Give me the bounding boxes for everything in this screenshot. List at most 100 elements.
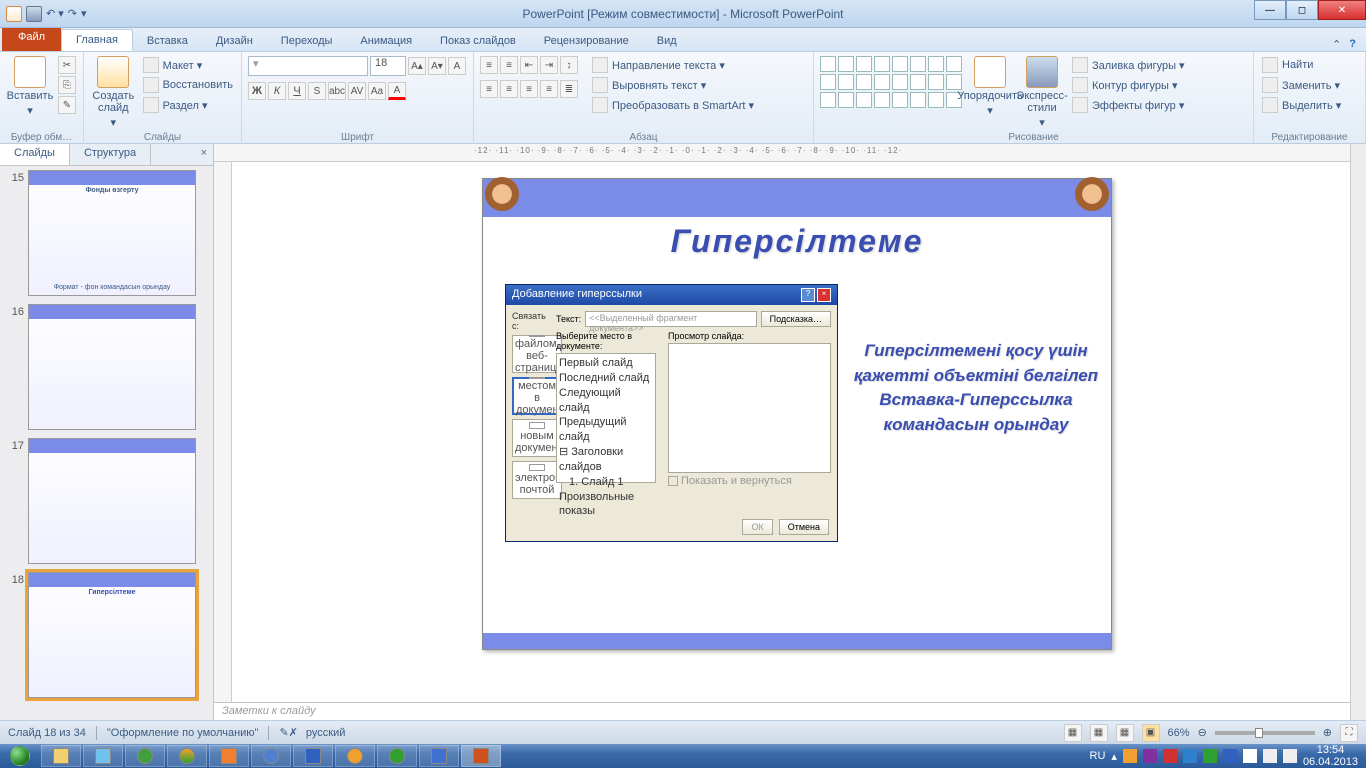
italic-icon[interactable]: К [268,82,286,100]
tray-icon-2[interactable] [1143,749,1157,763]
new-slide-button[interactable]: Создать слайд▾ [90,56,137,129]
help-icon[interactable]: ? [1349,38,1356,51]
font-color-icon[interactable]: A [388,82,406,100]
indent-inc-icon[interactable]: ⇥ [540,56,558,74]
task-mediaplayer[interactable] [335,745,375,767]
redo-icon[interactable]: ↷ [68,7,77,20]
slide[interactable]: Гиперсілтеме Добавление гиперссылки ?× С… [482,178,1112,650]
cut-icon[interactable]: ✂ [58,56,76,74]
link-text-input[interactable]: <<Выделенный фрагмент документа>> [585,311,756,327]
link-to-new[interactable]: новым документом [512,419,562,457]
thumbnails[interactable]: 15 Фонды өзгертуФормат - фон командасын … [0,166,213,720]
clear-format-icon[interactable]: A [448,57,466,75]
replace-button[interactable]: Заменить ▾ [1260,76,1343,94]
tab-animation[interactable]: Анимация [346,31,426,51]
minimize-ribbon-icon[interactable]: ⌃ [1332,38,1341,51]
reset-button[interactable]: Восстановить [141,76,235,94]
start-button[interactable] [0,744,40,768]
shrink-font-icon[interactable]: A▾ [428,57,446,75]
bullets-icon[interactable]: ≡ [480,56,498,74]
tray-lang[interactable]: RU [1090,750,1106,762]
doc-tree[interactable]: Первый слайд Последний слайд Следующий с… [556,353,656,483]
text-direction-button[interactable]: Направление текста ▾ [590,56,756,74]
tray-icon-7[interactable] [1243,749,1257,763]
task-app9[interactable] [377,745,417,767]
fit-slide-icon[interactable]: ⛶ [1340,724,1358,742]
align-left-icon[interactable]: ≡ [480,80,498,98]
quick-styles-button[interactable]: Экспресс-стили▾ [1018,56,1066,129]
slide-canvas[interactable]: Гиперсілтеме Добавление гиперссылки ?× С… [232,162,1350,702]
arrange-button[interactable]: Упорядочить▾ [966,56,1014,117]
task-app7[interactable] [293,745,333,767]
section-button[interactable]: Раздел ▾ [141,96,235,114]
ok-button[interactable]: ОК [742,519,772,535]
shape-fill-button[interactable]: Заливка фигуры ▾ [1070,56,1187,74]
tab-outline[interactable]: Структура [70,144,151,165]
bold-icon[interactable]: Ж [248,82,266,100]
language-label[interactable]: русский [306,727,345,739]
vertical-scrollbar[interactable] [1350,144,1366,720]
view-reading-icon[interactable]: ▦ [1116,724,1134,742]
tray-icon-3[interactable] [1163,749,1177,763]
cancel-button[interactable]: Отмена [779,519,829,535]
tray-icon-5[interactable] [1203,749,1217,763]
tab-home[interactable]: Главная [61,29,133,51]
tray-time[interactable]: 13:54 [1303,744,1358,756]
tray-network-icon[interactable] [1263,749,1277,763]
select-button[interactable]: Выделить ▾ [1260,96,1343,114]
save-icon[interactable] [26,6,42,22]
dialog-close-icon[interactable]: × [817,288,831,302]
smartart-button[interactable]: Преобразовать в SmartArt ▾ [590,96,756,114]
qat-menu-icon[interactable]: ▾ [81,7,87,20]
task-explorer[interactable] [41,745,81,767]
tab-design[interactable]: Дизайн [202,31,267,51]
zoom-level[interactable]: 66% [1168,727,1190,739]
tab-file[interactable]: Файл [2,27,61,51]
justify-icon[interactable]: ≡ [540,80,558,98]
undo-icon[interactable]: ↶ ▾ [46,7,64,20]
paste-button[interactable]: Вставить▾ [6,56,54,117]
tray-date[interactable]: 06.04.2013 [1303,756,1358,768]
align-center-icon[interactable]: ≡ [500,80,518,98]
view-sorter-icon[interactable]: ▦ [1090,724,1108,742]
indent-dec-icon[interactable]: ⇤ [520,56,538,74]
spacing-icon[interactable]: AV [348,82,366,100]
dialog-titlebar[interactable]: Добавление гиперссылки ?× [506,285,837,305]
find-button[interactable]: Найти [1260,56,1343,74]
copy-icon[interactable]: ⎘ [58,76,76,94]
columns-icon[interactable]: ≣ [560,80,578,98]
task-app5[interactable] [209,745,249,767]
thumb-18[interactable]: 18 Гиперсілтеме [4,572,209,698]
thumb-16[interactable]: 16 [4,304,209,430]
grow-font-icon[interactable]: A▴ [408,57,426,75]
task-app2[interactable] [83,745,123,767]
tab-slideshow[interactable]: Показ слайдов [426,31,530,51]
thumb-15[interactable]: 15 Фонды өзгертуФормат - фон командасын … [4,170,209,296]
task-word[interactable] [419,745,459,767]
case-icon[interactable]: Aa [368,82,386,100]
tray-icon-6[interactable] [1223,749,1237,763]
shadow-icon[interactable]: S [308,82,326,100]
font-size-combo[interactable]: 18 [370,56,406,76]
strike-icon[interactable]: abc [328,82,346,100]
slide-title[interactable]: Гиперсілтеме [483,223,1111,260]
font-name-combo[interactable]: ▾ [248,56,368,76]
dialog-help-icon[interactable]: ? [801,288,815,302]
tray-volume-icon[interactable] [1283,749,1297,763]
shape-effects-button[interactable]: Эффекты фигур ▾ [1070,96,1187,114]
tooltip-button[interactable]: Подсказка… [761,311,831,327]
task-app3[interactable] [125,745,165,767]
zoom-slider[interactable] [1215,731,1315,735]
shape-outline-button[interactable]: Контур фигуры ▾ [1070,76,1187,94]
tab-insert[interactable]: Вставка [133,31,202,51]
line-spacing-icon[interactable]: ↕ [560,56,578,74]
link-to-doc[interactable]: местом в документе [512,377,562,415]
tab-transitions[interactable]: Переходы [267,31,347,51]
panel-close-icon[interactable]: × [195,144,213,165]
link-to-mail[interactable]: электронной почтой [512,461,562,499]
format-painter-icon[interactable]: ✎ [58,96,76,114]
align-right-icon[interactable]: ≡ [520,80,538,98]
shapes-gallery[interactable] [820,56,962,108]
numbering-icon[interactable]: ≡ [500,56,518,74]
tab-slides[interactable]: Слайды [0,144,70,165]
